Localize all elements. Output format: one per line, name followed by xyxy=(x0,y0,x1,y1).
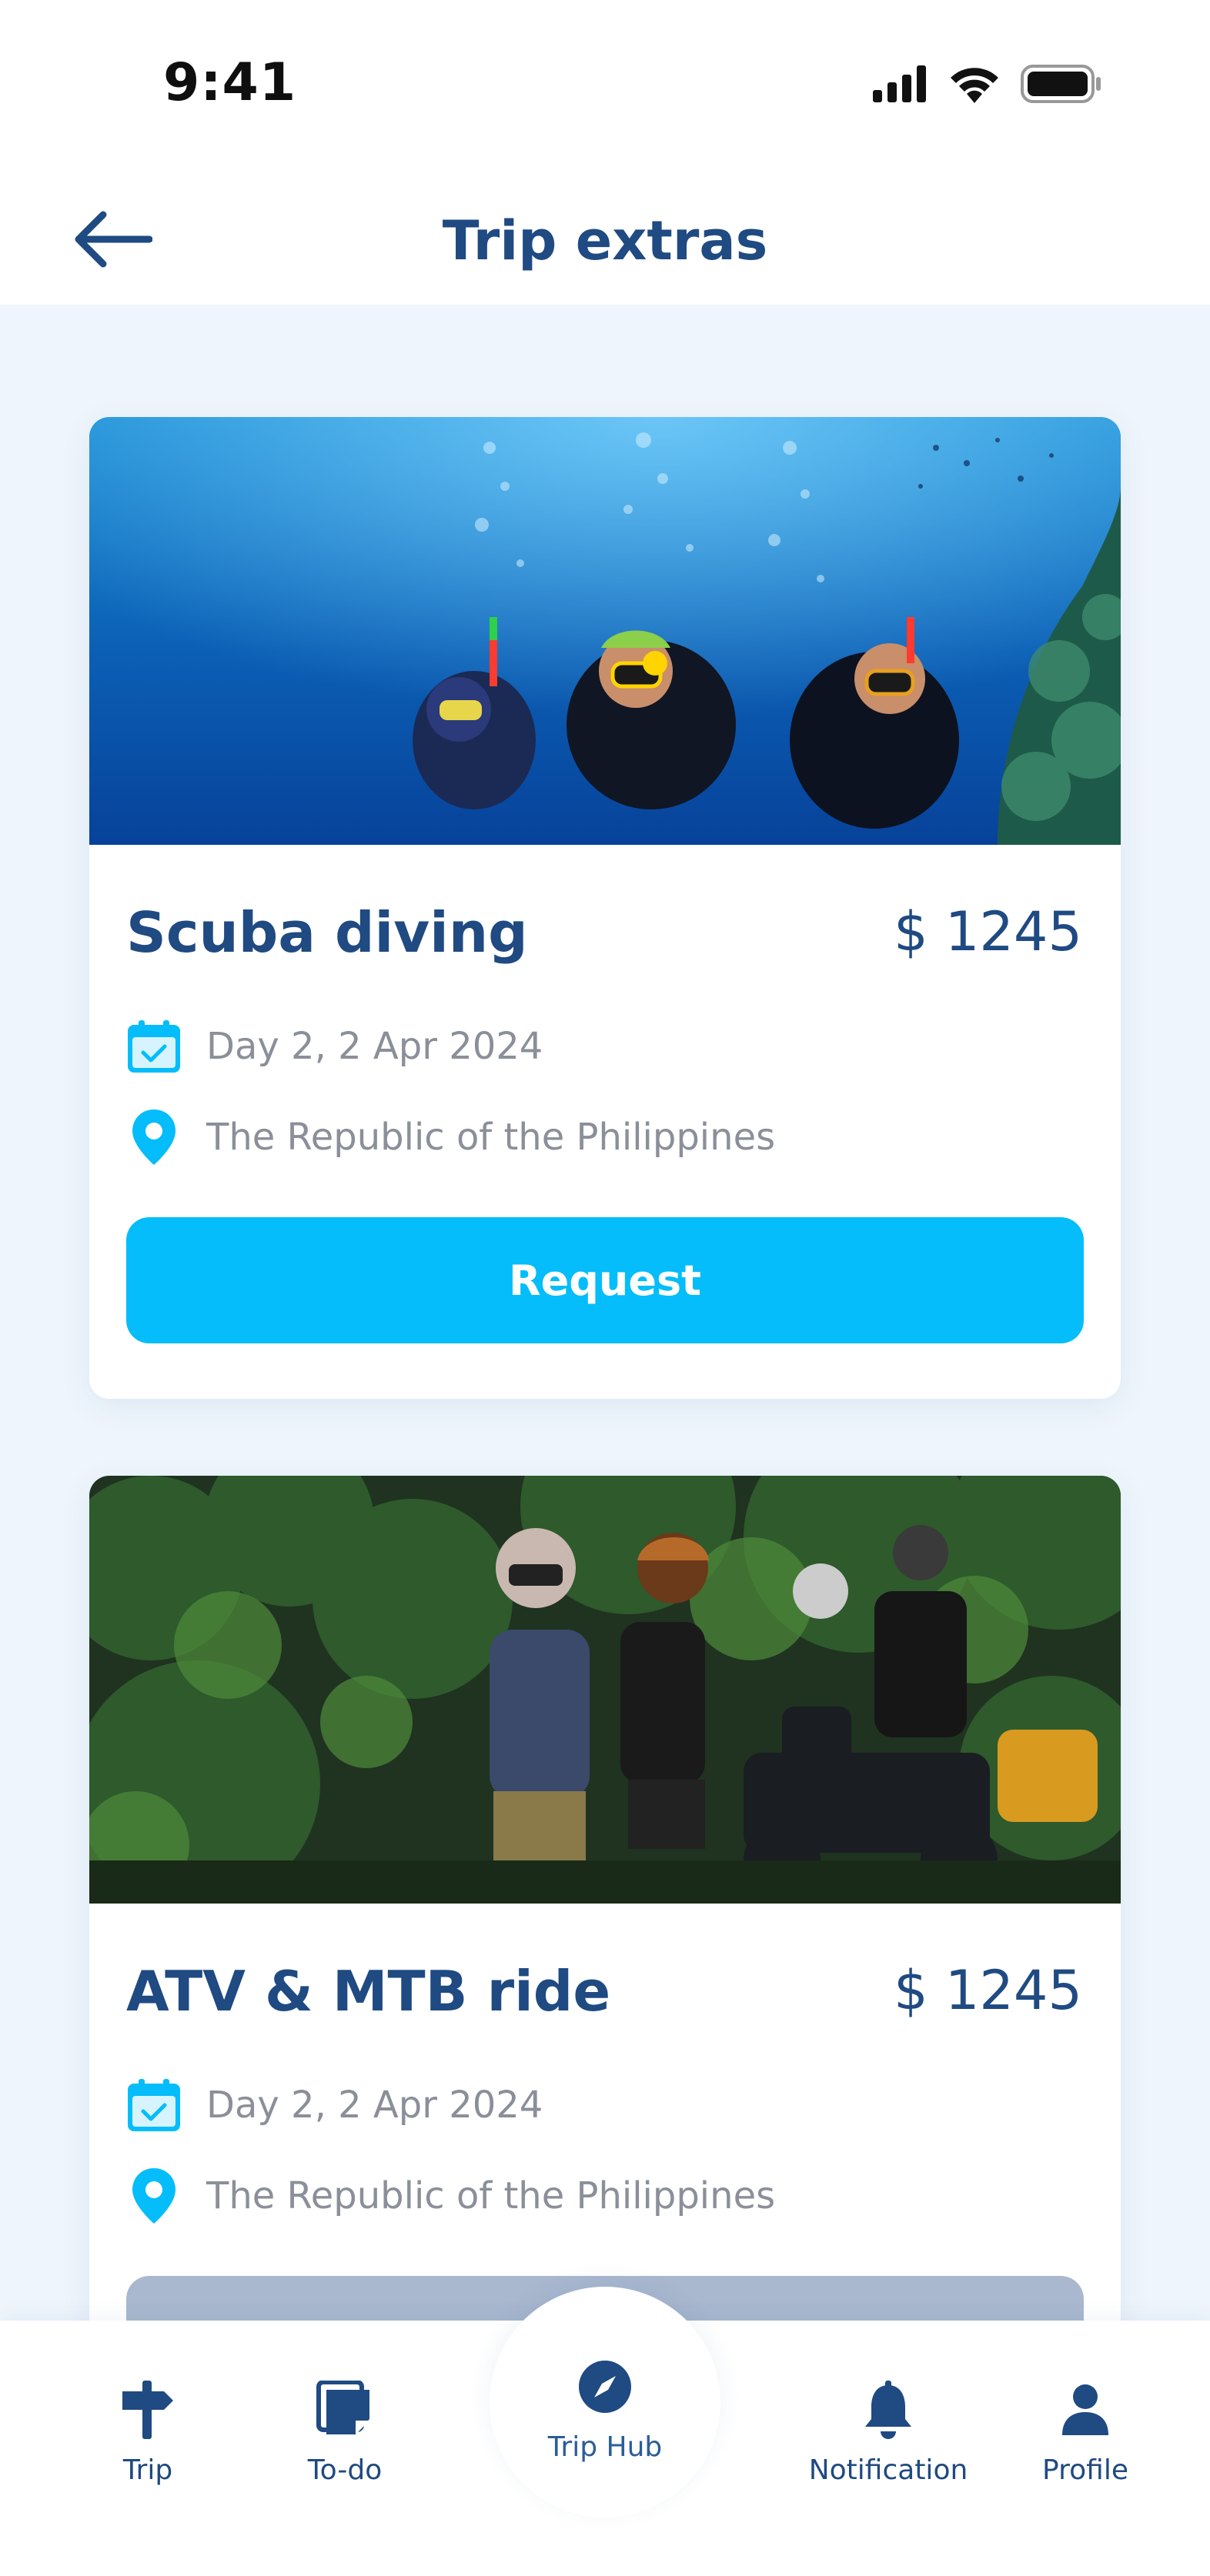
status-time: 9:41 xyxy=(163,52,297,113)
notes-icon xyxy=(313,2377,377,2442)
nav-label: Notification xyxy=(808,2454,968,2486)
status-bar: 9:41 xyxy=(0,0,1210,169)
nav-item-trip-hub[interactable]: Trip Hub xyxy=(513,2354,697,2470)
scuba-divers-photo xyxy=(89,417,1121,845)
date-row: Day 2, 2 Apr 2024 xyxy=(126,2077,543,2133)
status-icons xyxy=(873,65,1102,106)
date-row: Day 2, 2 Apr 2024 xyxy=(126,1019,543,1074)
location-text: The Republic of the Philippines xyxy=(206,1116,776,1159)
nav-label: Profile xyxy=(1042,2454,1128,2486)
location-pin-icon xyxy=(126,1109,182,1165)
nav-label: Trip Hub xyxy=(547,2431,663,2463)
location-pin-icon xyxy=(126,2168,182,2224)
nav-item-todo[interactable]: To-do xyxy=(252,2377,437,2493)
location-row: The Republic of the Philippines xyxy=(126,2168,775,2224)
app-header: Trip extras xyxy=(0,169,1210,305)
wifi-icon xyxy=(948,65,1001,106)
nav-item-trip[interactable]: Trip xyxy=(55,2377,240,2493)
nav-item-profile[interactable]: Profile xyxy=(993,2377,1178,2493)
card-price: $ 1245 xyxy=(894,1959,1082,2022)
card-price: $ 1245 xyxy=(894,900,1082,963)
bell-icon xyxy=(856,2377,921,2442)
extras-list[interactable]: Scuba diving $ 1245 Day 2, 2 Apr 2024 Th… xyxy=(0,305,1210,2321)
battery-icon xyxy=(1021,65,1102,106)
extra-card: ATV & MTB ride $ 1245 Day 2, 2 Apr 2024 xyxy=(89,1476,1121,2321)
date-text: Day 2, 2 Apr 2024 xyxy=(206,1025,543,1068)
page-title: Trip extras xyxy=(442,209,768,272)
card-title: ATV & MTB ride xyxy=(126,1959,611,2024)
signal-icon xyxy=(873,65,928,105)
calendar-check-icon xyxy=(126,2077,182,2133)
nav-label: To-do xyxy=(307,2454,383,2486)
compass-icon xyxy=(573,2354,637,2419)
nav-item-notification[interactable]: Notification xyxy=(796,2377,981,2493)
nav-label: Trip xyxy=(122,2454,173,2486)
extra-card: Scuba diving $ 1245 Day 2, 2 Apr 2024 Th… xyxy=(89,417,1121,1399)
calendar-check-icon xyxy=(126,1019,182,1074)
person-icon xyxy=(1053,2377,1118,2442)
request-button[interactable]: Request xyxy=(126,1217,1084,1343)
signpost-icon xyxy=(115,2377,180,2442)
atv-riders-photo xyxy=(89,1476,1121,1904)
date-text: Day 2, 2 Apr 2024 xyxy=(206,2084,543,2127)
location-row: The Republic of the Philippines xyxy=(126,1109,775,1165)
card-title: Scuba diving xyxy=(126,900,528,965)
location-text: The Republic of the Philippines xyxy=(206,2174,776,2217)
